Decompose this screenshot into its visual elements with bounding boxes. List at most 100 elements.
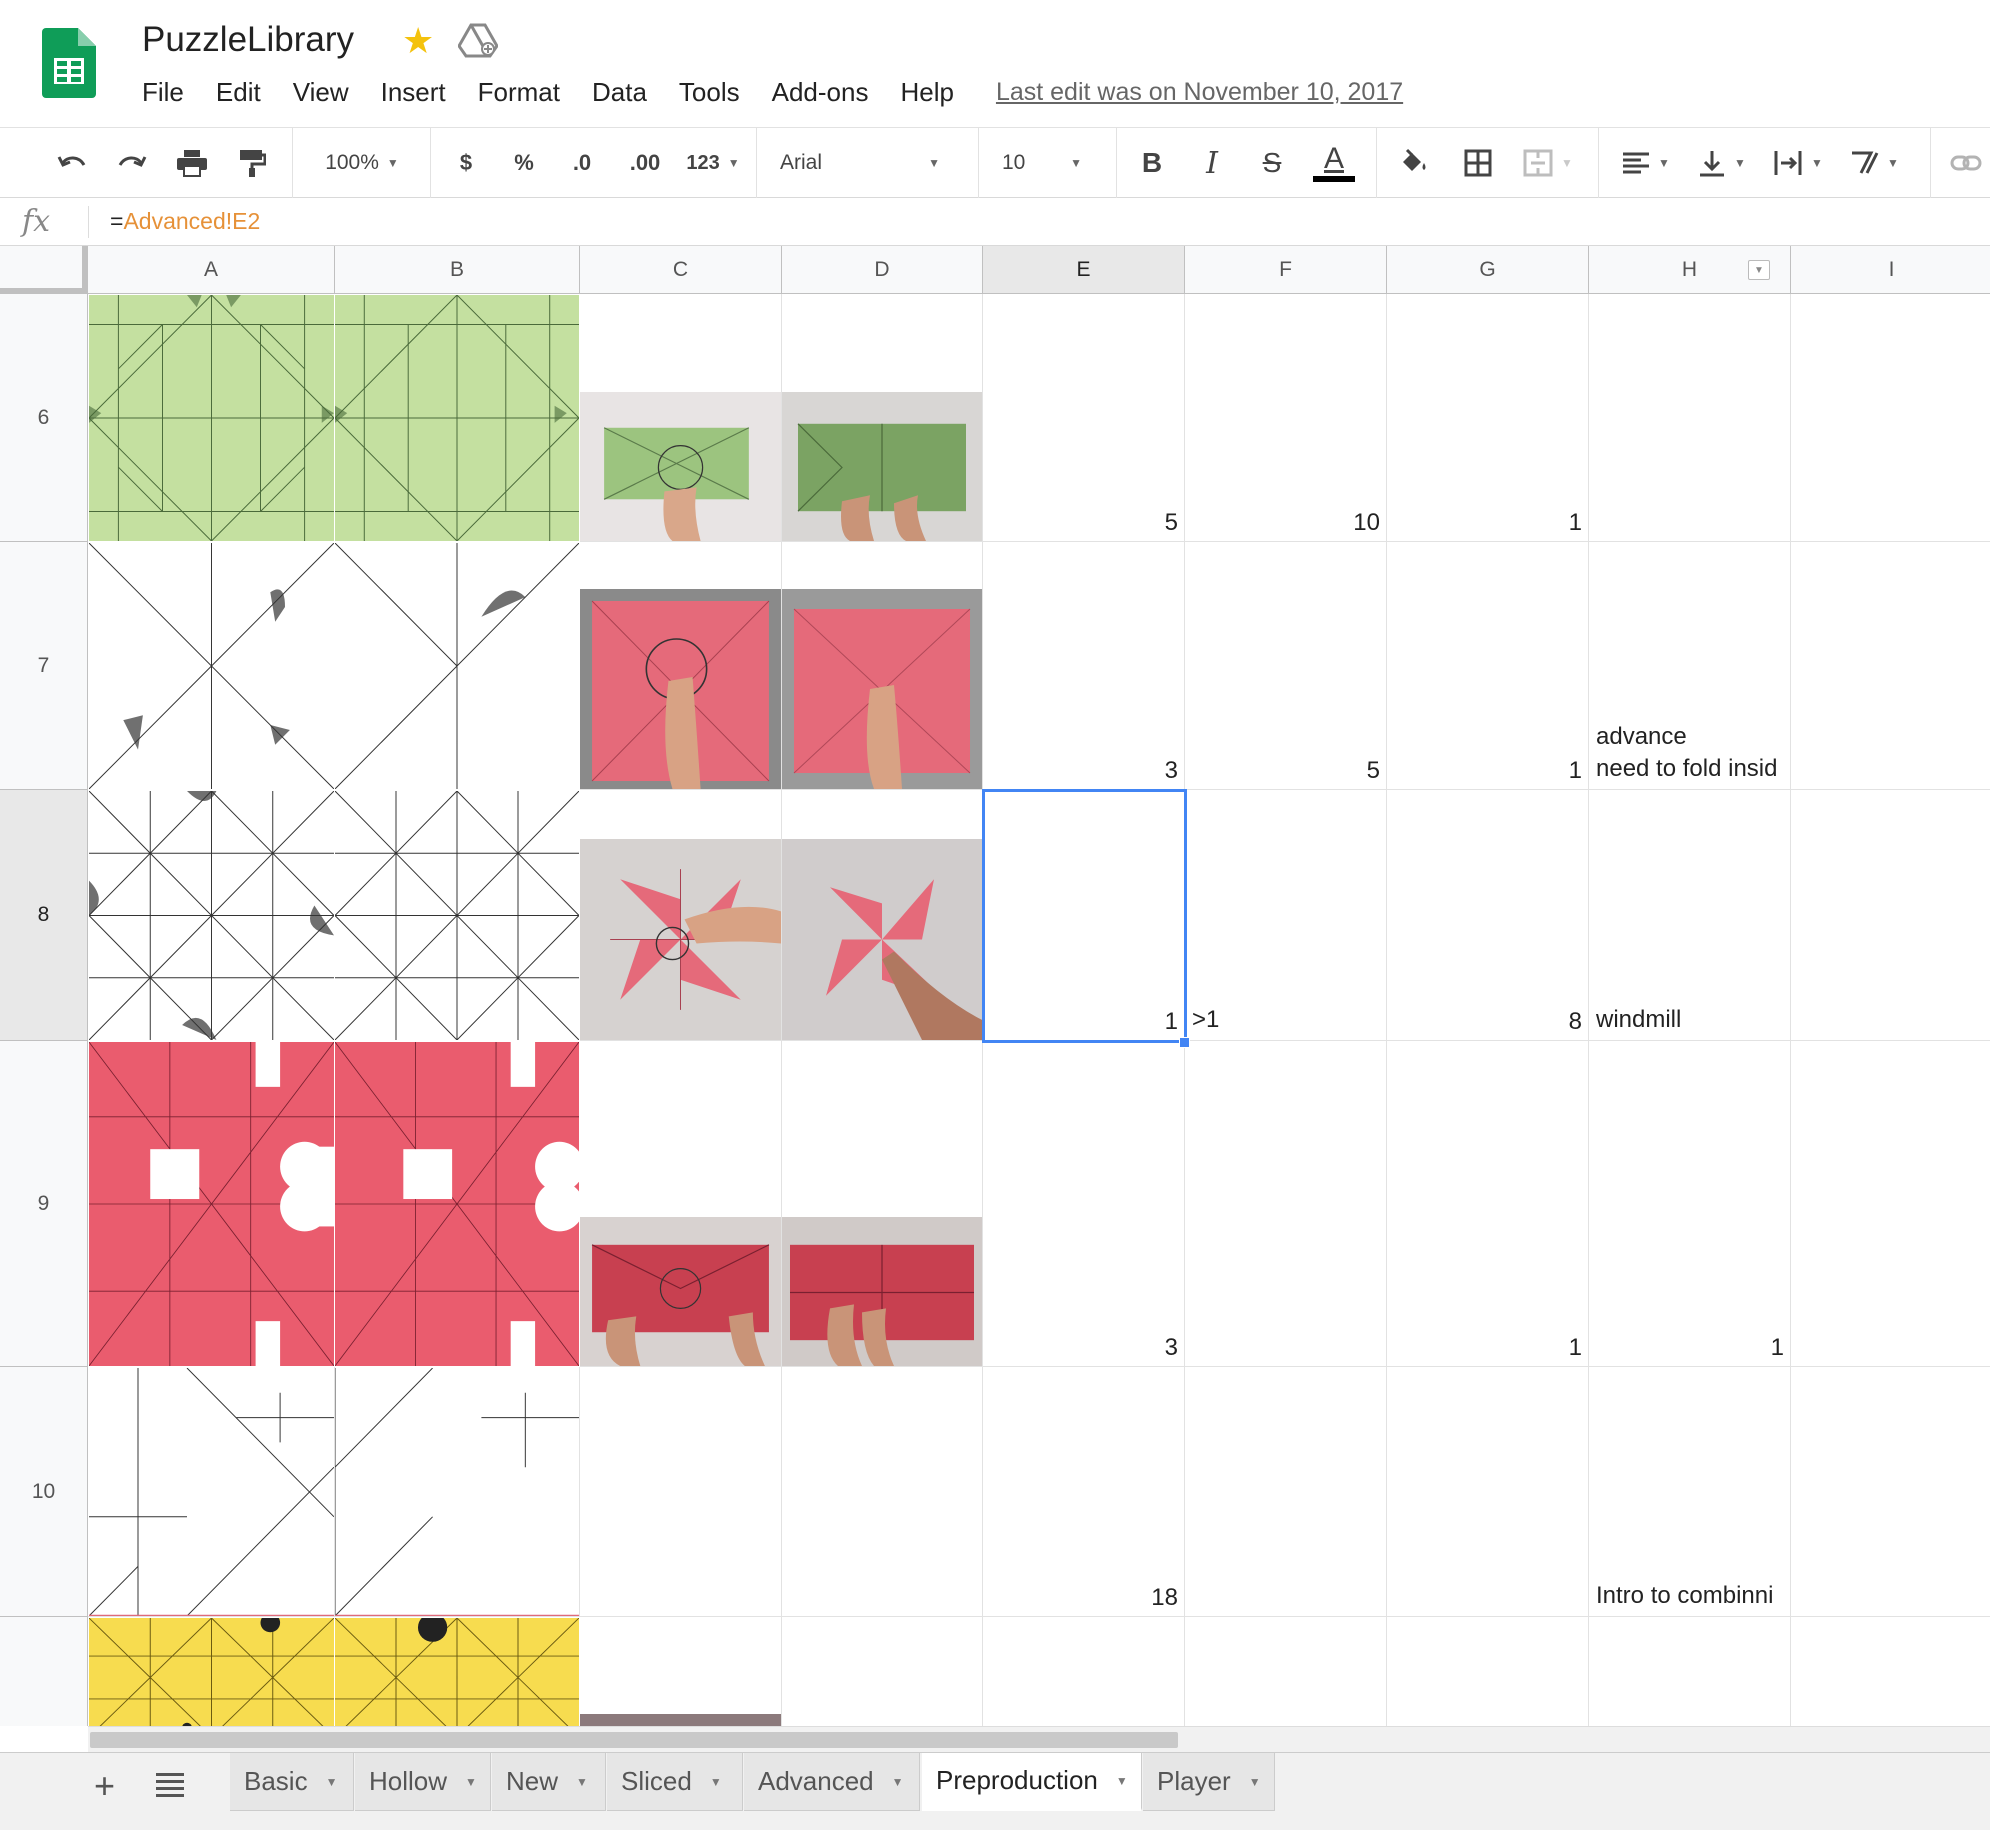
cell-h11[interactable] bbox=[1589, 1617, 1791, 1726]
menu-help[interactable]: Help bbox=[900, 77, 953, 108]
sheet-tab-sliced[interactable]: Sliced ▼ bbox=[607, 1753, 743, 1811]
last-edit-link[interactable]: Last edit was on November 10, 2017 bbox=[996, 78, 1403, 107]
column-header-d[interactable]: D bbox=[782, 246, 983, 294]
column-header-h[interactable]: H ▼ bbox=[1589, 246, 1791, 294]
sheets-logo-icon[interactable] bbox=[42, 28, 96, 98]
folded-puzzle-photo[interactable] bbox=[580, 589, 781, 789]
folded-puzzle-photo[interactable] bbox=[782, 392, 982, 541]
cell-i8[interactable] bbox=[1791, 790, 1990, 1041]
scrollbar-thumb[interactable] bbox=[90, 1732, 1178, 1748]
folded-puzzle-photo[interactable] bbox=[782, 1217, 982, 1366]
cell-e8[interactable]: 1 bbox=[983, 790, 1185, 1041]
cell-f7[interactable]: 5 bbox=[1185, 542, 1387, 790]
merge-cells-icon[interactable]: ▼ bbox=[1516, 128, 1580, 198]
move-to-drive-icon[interactable] bbox=[457, 22, 499, 58]
font-size-select[interactable]: 10 ▼ bbox=[992, 128, 1092, 198]
cell-g6[interactable]: 1 bbox=[1387, 294, 1589, 542]
cell-h6[interactable] bbox=[1589, 294, 1791, 542]
fill-color-icon[interactable] bbox=[1392, 128, 1436, 198]
paint-format-icon[interactable] bbox=[230, 128, 274, 198]
cell-c11[interactable] bbox=[580, 1617, 782, 1726]
cell-g10[interactable] bbox=[1387, 1367, 1589, 1617]
cell-i9[interactable] bbox=[1791, 1041, 1990, 1367]
menu-tools[interactable]: Tools bbox=[679, 77, 740, 108]
menu-data[interactable]: Data bbox=[592, 77, 647, 108]
cell-c10[interactable] bbox=[580, 1367, 782, 1617]
menu-view[interactable]: View bbox=[293, 77, 349, 108]
chevron-down-icon[interactable]: ▼ bbox=[326, 1775, 338, 1789]
cell-i11[interactable] bbox=[1791, 1617, 1990, 1726]
chevron-down-icon[interactable]: ▼ bbox=[892, 1775, 904, 1789]
menu-edit[interactable]: Edit bbox=[216, 77, 261, 108]
undo-icon[interactable] bbox=[50, 128, 94, 198]
puzzle-pattern-image[interactable] bbox=[335, 295, 579, 541]
folded-puzzle-photo[interactable] bbox=[782, 589, 982, 789]
vertical-align-icon[interactable]: ▼ bbox=[1690, 128, 1754, 198]
row-header-9[interactable]: 9 bbox=[0, 1041, 88, 1367]
cell-g7[interactable]: 1 bbox=[1387, 542, 1589, 790]
column-header-a[interactable]: A bbox=[88, 246, 335, 294]
cell-f6[interactable]: 10 bbox=[1185, 294, 1387, 542]
puzzle-pattern-image[interactable] bbox=[89, 295, 334, 541]
sheet-tab-preproduction[interactable]: Preproduction ▼ bbox=[922, 1753, 1142, 1811]
cell-h8[interactable]: windmill bbox=[1589, 790, 1791, 1041]
chevron-down-icon[interactable]: ▼ bbox=[710, 1775, 722, 1789]
select-all-corner[interactable] bbox=[0, 246, 88, 294]
puzzle-pattern-image[interactable] bbox=[335, 791, 579, 1040]
puzzle-pattern-image[interactable] bbox=[89, 1042, 334, 1366]
fill-handle[interactable] bbox=[1179, 1037, 1190, 1048]
folded-puzzle-photo[interactable] bbox=[580, 839, 781, 1040]
menu-format[interactable]: Format bbox=[478, 77, 560, 108]
sheet-tab-player[interactable]: Player ▼ bbox=[1143, 1753, 1275, 1811]
puzzle-pattern-image[interactable] bbox=[335, 1042, 579, 1366]
formula-input[interactable]: =Advanced!E2 bbox=[110, 208, 260, 235]
text-wrapping-icon[interactable]: ▼ bbox=[1766, 128, 1830, 198]
folded-puzzle-photo[interactable] bbox=[782, 839, 982, 1040]
star-icon[interactable]: ★ bbox=[402, 20, 434, 62]
folded-puzzle-photo[interactable] bbox=[580, 392, 781, 541]
column-header-c[interactable]: C bbox=[580, 246, 782, 294]
cell-e6[interactable]: 5 bbox=[983, 294, 1185, 542]
menu-insert[interactable]: Insert bbox=[381, 77, 446, 108]
row-header-11[interactable] bbox=[0, 1617, 88, 1726]
puzzle-pattern-image[interactable] bbox=[335, 1368, 579, 1616]
cell-g9[interactable]: 1 bbox=[1387, 1041, 1589, 1367]
sheet-tab-hollow[interactable]: Hollow ▼ bbox=[355, 1753, 491, 1811]
cell-h7[interactable]: advance need to fold insid bbox=[1589, 542, 1791, 790]
cell-f8[interactable]: >1 bbox=[1185, 790, 1387, 1041]
horizontal-scrollbar[interactable] bbox=[88, 1726, 1990, 1752]
cell-h9[interactable]: 1 bbox=[1589, 1041, 1791, 1367]
cell-g8[interactable]: 8 bbox=[1387, 790, 1589, 1041]
strikethrough-button[interactable]: S bbox=[1252, 128, 1292, 198]
sheet-tab-advanced[interactable]: Advanced ▼ bbox=[744, 1753, 920, 1811]
sheet-tab-new[interactable]: New ▼ bbox=[492, 1753, 606, 1811]
sheet-tab-basic[interactable]: Basic ▼ bbox=[230, 1753, 354, 1811]
redo-icon[interactable] bbox=[110, 128, 154, 198]
chevron-down-icon[interactable]: ▼ bbox=[576, 1775, 588, 1789]
borders-icon[interactable] bbox=[1456, 128, 1500, 198]
puzzle-pattern-image[interactable] bbox=[335, 543, 579, 789]
cell-e10[interactable]: 18 bbox=[983, 1367, 1185, 1617]
row-header-7[interactable]: 7 bbox=[0, 542, 88, 790]
chevron-down-icon[interactable]: ▼ bbox=[465, 1775, 477, 1789]
cell-e9[interactable]: 3 bbox=[983, 1041, 1185, 1367]
cell-h10[interactable]: Intro to combinni bbox=[1589, 1367, 1791, 1617]
menu-addons[interactable]: Add-ons bbox=[772, 77, 869, 108]
font-family-select[interactable]: Arial ▼ bbox=[770, 128, 950, 198]
column-header-f[interactable]: F bbox=[1185, 246, 1387, 294]
cell-d10[interactable] bbox=[782, 1367, 983, 1617]
cell-i7[interactable] bbox=[1791, 542, 1990, 790]
puzzle-pattern-image[interactable] bbox=[89, 1368, 334, 1616]
add-sheet-button[interactable]: + bbox=[94, 1765, 115, 1807]
more-formats-button[interactable]: 123 ▼ bbox=[680, 128, 746, 198]
cell-e7[interactable]: 3 bbox=[983, 542, 1185, 790]
print-icon[interactable] bbox=[170, 128, 214, 198]
column-header-b[interactable]: B bbox=[335, 246, 580, 294]
increase-decimal-button[interactable]: .00 bbox=[620, 128, 670, 198]
insert-link-icon[interactable] bbox=[1944, 128, 1988, 198]
row-header-10[interactable]: 10 bbox=[0, 1367, 88, 1617]
puzzle-pattern-image[interactable] bbox=[335, 1618, 579, 1726]
currency-format-button[interactable]: $ bbox=[446, 128, 486, 198]
puzzle-pattern-image[interactable] bbox=[89, 791, 334, 1040]
italic-button[interactable]: I bbox=[1192, 128, 1232, 198]
